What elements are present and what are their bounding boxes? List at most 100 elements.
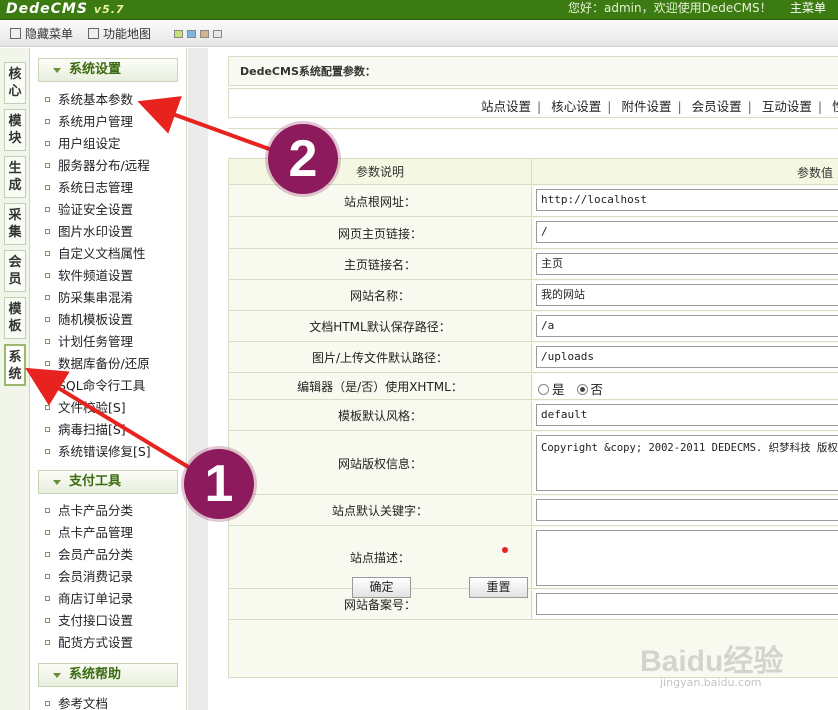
tab-performance[interactable]: 性能: [832, 99, 838, 114]
tab-generate[interactable]: 生成: [4, 156, 26, 198]
row-label: 网站版权信息：: [229, 432, 532, 494]
main-menu-link[interactable]: 主菜单: [790, 0, 826, 16]
tab-site-settings[interactable]: 站点设置: [481, 99, 531, 114]
menu-item-member-categories[interactable]: 会员产品分类: [45, 544, 133, 566]
menu-item-sql-tool[interactable]: SQL命令行工具: [45, 375, 145, 397]
tab-system[interactable]: 系统: [4, 344, 26, 386]
site-url-input[interactable]: http://localhost: [536, 189, 838, 211]
bullet-icon: [45, 361, 50, 366]
tab-modules[interactable]: 模块: [4, 109, 26, 151]
bullet-icon: [45, 427, 50, 432]
menu-item-reference-docs[interactable]: 参考文档: [45, 693, 108, 710]
menu-item-anti-collect[interactable]: 防采集串混淆: [45, 287, 133, 309]
section-system-help[interactable]: 系统帮助: [38, 663, 178, 687]
upload-path-input[interactable]: /uploads: [536, 346, 838, 368]
tab-member-settings[interactable]: 会员设置: [692, 99, 742, 114]
bullet-icon: [45, 383, 50, 388]
section-payment-tools[interactable]: 支付工具: [38, 470, 178, 494]
table-row: 网页主页链接： /: [229, 218, 838, 249]
toolbar: 隐藏菜单 功能地图: [0, 21, 838, 47]
html-path-input[interactable]: /a: [536, 315, 838, 337]
chevron-down-icon: [53, 673, 61, 678]
row-label: 文档HTML默认保存路径：: [229, 312, 532, 341]
hide-menu-button[interactable]: 隐藏菜单: [10, 25, 73, 43]
menu-item-server[interactable]: 服务器分布/远程: [45, 155, 150, 177]
splitter[interactable]: [188, 48, 208, 710]
skin-swatch-gray[interactable]: [213, 30, 222, 38]
site-name-input[interactable]: 我的网站: [536, 284, 838, 306]
menu-item-delivery[interactable]: 配货方式设置: [45, 632, 133, 654]
description-textarea[interactable]: [536, 530, 838, 586]
skin-swatch-tan[interactable]: [200, 30, 209, 38]
bullet-icon: [45, 596, 50, 601]
tab-interaction-settings[interactable]: 互动设置: [762, 99, 812, 114]
ok-button[interactable]: 确定: [352, 577, 411, 598]
bullet-icon: [45, 295, 50, 300]
bullet-icon: [45, 229, 50, 234]
grid-icon: [88, 28, 99, 39]
bullet-icon: [45, 530, 50, 535]
tab-templates[interactable]: 模板: [4, 297, 26, 339]
keywords-input[interactable]: [536, 499, 838, 521]
skin-swatch-blue[interactable]: [187, 30, 196, 38]
tab-core[interactable]: 核心: [4, 62, 26, 104]
menu-item-card-products[interactable]: 点卡产品管理: [45, 522, 133, 544]
menu-item-member-spending[interactable]: 会员消费记录: [45, 566, 133, 588]
homepage-name-input[interactable]: 主页: [536, 253, 838, 275]
copyright-textarea[interactable]: Copyright &copy; 2002-2011 DEDECMS. 织梦科技…: [536, 435, 838, 491]
skin-swatch-green[interactable]: [174, 30, 183, 38]
menu-item-user-groups[interactable]: 用户组设定: [45, 133, 121, 155]
menu-item-virus-scan[interactable]: 病毒扫描[S]: [45, 419, 126, 441]
section-system-settings[interactable]: 系统设置: [38, 58, 178, 82]
homepage-link-input[interactable]: /: [536, 221, 838, 243]
annotation-badge-2: 2: [268, 124, 338, 194]
hide-menu-label: 隐藏菜单: [25, 27, 74, 41]
radio-yes[interactable]: [538, 384, 549, 395]
menu-item-tasks[interactable]: 计划任务管理: [45, 331, 133, 353]
menu-item-logs[interactable]: 系统日志管理: [45, 177, 133, 199]
config-table: 参数说明 参数值 站点根网址： http://localhost 网页主页链接：…: [228, 158, 838, 678]
bullet-icon: [45, 405, 50, 410]
tab-attachment-settings[interactable]: 附件设置: [621, 99, 671, 114]
menu-item-random-template[interactable]: 随机模板设置: [45, 309, 133, 331]
menu-item-doc-attrs[interactable]: 自定义文档属性: [45, 243, 146, 265]
page-title: DedeCMS系统配置参数：: [228, 56, 838, 86]
watermark-url: jingyan.baidu.com: [660, 676, 762, 689]
icp-number-input[interactable]: [536, 593, 838, 615]
menu-item-db-backup[interactable]: 数据库备份/还原: [45, 353, 150, 375]
radio-no[interactable]: [576, 384, 588, 395]
bullet-icon: [45, 185, 50, 190]
bullet-icon: [45, 207, 50, 212]
menu-item-error-repair[interactable]: 系统错误修复[S]: [45, 441, 151, 463]
bullet-icon: [45, 552, 50, 557]
menu-item-watermark[interactable]: 图片水印设置: [45, 221, 133, 243]
function-map-label: 功能地图: [103, 27, 152, 41]
bullet-icon: [45, 317, 50, 322]
table-row: 文档HTML默认保存路径： /a: [229, 312, 838, 342]
left-menu: 系统设置 系统基本参数 系统用户管理 用户组设定 服务器分布/远程 系统日志管理…: [31, 48, 187, 710]
menu-item-software[interactable]: 软件频道设置: [45, 265, 133, 287]
bullet-icon: [45, 273, 50, 278]
row-label: 网页主页链接：: [229, 218, 532, 248]
template-style-input[interactable]: default: [536, 404, 838, 426]
bullet-icon: [45, 574, 50, 579]
menu-item-users[interactable]: 系统用户管理: [45, 111, 133, 133]
menu-item-card-categories[interactable]: 点卡产品分类: [45, 500, 133, 522]
menu-item-payment-api[interactable]: 支付接口设置: [45, 610, 133, 632]
tab-core-settings[interactable]: 核心设置: [551, 99, 601, 114]
module-tabs: 核心 模块 生成 采集 会员 模板 系统: [0, 48, 30, 710]
table-row: 网站版权信息： Copyright &copy; 2002-2011 DEDEC…: [229, 432, 838, 495]
menu-item-security[interactable]: 验证安全设置: [45, 199, 133, 221]
tab-members[interactable]: 会员: [4, 250, 26, 292]
config-tabs: 站点设置| 核心设置| 附件设置| 会员设置| 互动设置| 性能: [228, 88, 838, 118]
app-version: v5.7: [93, 3, 125, 16]
menu-item-orders[interactable]: 商店订单记录: [45, 588, 133, 610]
tab-collect[interactable]: 采集: [4, 203, 26, 245]
reset-button[interactable]: 重置: [469, 577, 528, 598]
bullet-icon: [45, 141, 50, 146]
radio-no-label: 否: [590, 382, 604, 397]
menu-item-basic-params[interactable]: 系统基本参数: [45, 89, 133, 111]
function-map-button[interactable]: 功能地图: [88, 25, 151, 43]
menu-item-file-check[interactable]: 文件校验[S]: [45, 397, 126, 419]
bullet-icon: [45, 251, 50, 256]
